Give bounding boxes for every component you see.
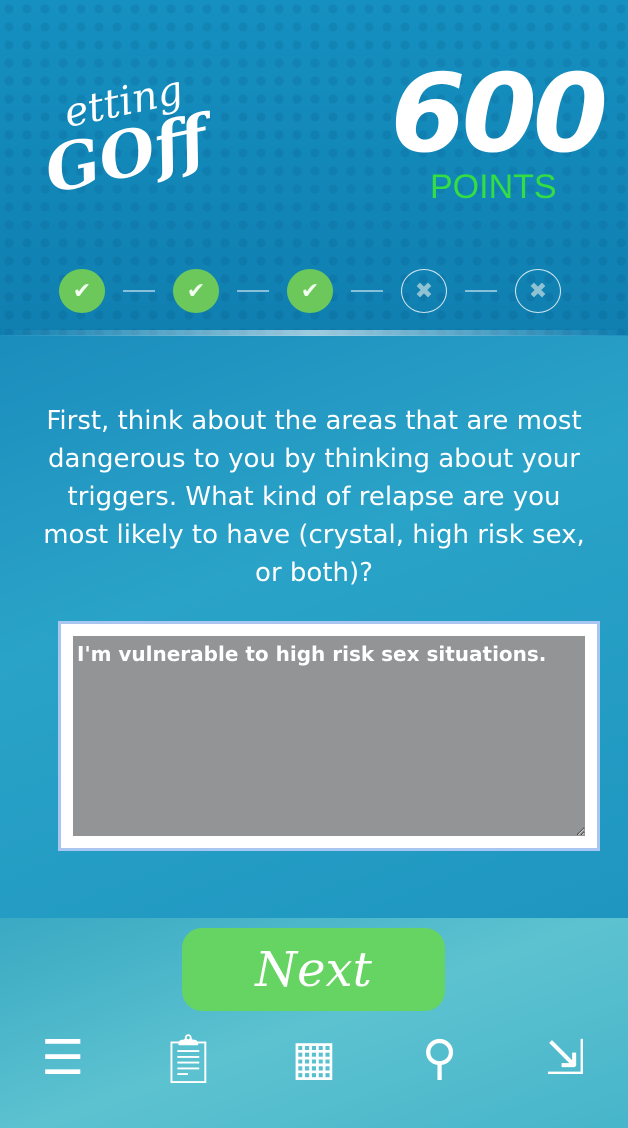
points-value: 600 <box>390 52 608 177</box>
step-connector <box>123 290 155 292</box>
step-5-x-icon: ✖ <box>515 269 561 313</box>
progress-steps: ✔ ✔ ✔ ✖ ✖ <box>59 269 561 313</box>
answer-box: I'm vulnerable to high risk sex situatio… <box>58 621 600 851</box>
points-label: POINTS <box>430 168 557 206</box>
bottom-nav: ☰ 📋︎ ▦ ⚲ ⇲ <box>0 1030 628 1087</box>
logout-icon[interactable]: ⇲ <box>530 1030 600 1087</box>
question-text: First, think about the areas that are mo… <box>43 406 585 588</box>
clipboard-icon[interactable]: 📋︎ <box>153 1030 223 1087</box>
answer-input[interactable]: I'm vulnerable to high risk sex situatio… <box>73 636 585 836</box>
menu-icon[interactable]: ☰ <box>28 1030 98 1087</box>
step-4-x-icon: ✖ <box>401 269 447 313</box>
calendar-icon[interactable]: ▦ <box>279 1030 349 1087</box>
step-connector <box>237 290 269 292</box>
step-2-check-icon: ✔ <box>173 269 219 313</box>
pin-icon[interactable]: ⚲ <box>405 1030 475 1087</box>
step-connector <box>465 290 497 292</box>
step-connector <box>351 290 383 292</box>
step-1-check-icon: ✔ <box>59 269 105 313</box>
step-3-check-icon: ✔ <box>287 269 333 313</box>
next-button[interactable]: Next <box>182 928 445 1011</box>
